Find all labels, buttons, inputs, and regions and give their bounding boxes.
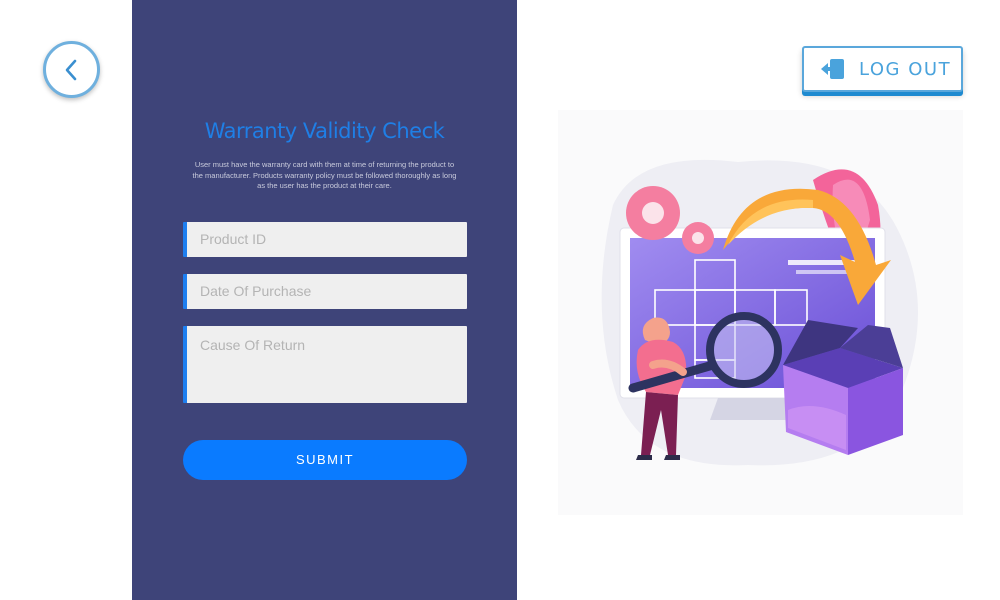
chevron-left-icon	[65, 59, 76, 80]
logout-button[interactable]: LOG OUT	[802, 46, 963, 92]
logout-icon	[821, 59, 844, 79]
warranty-illustration	[558, 110, 963, 515]
description-text: User must have the warranty card with th…	[192, 160, 457, 190]
submit-button[interactable]: SUBMIT	[183, 440, 467, 480]
date-of-purchase-field[interactable]: Date Of Purchase	[183, 274, 467, 309]
form-panel: Warranty Validity Check User must have t…	[132, 0, 517, 600]
cause-of-return-field[interactable]: Cause Of Return	[183, 326, 467, 403]
back-button[interactable]	[43, 41, 100, 98]
product-id-field[interactable]: Product ID	[183, 222, 467, 257]
page-title: Warranty Validity Check	[204, 119, 445, 143]
logout-label: LOG OUT	[859, 58, 952, 80]
illustration-graphic	[601, 159, 918, 466]
